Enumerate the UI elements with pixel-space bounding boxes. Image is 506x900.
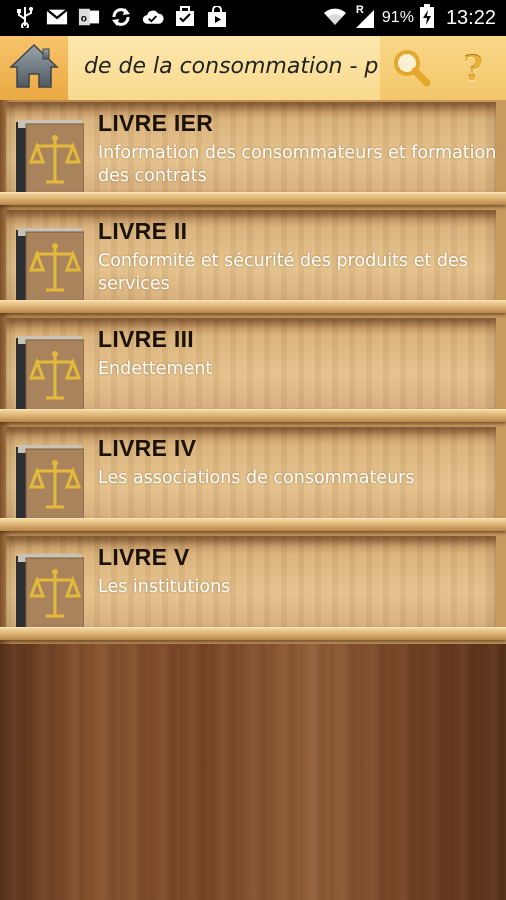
- shelf-plank: [0, 192, 506, 205]
- book-title: LIVRE II: [98, 218, 188, 244]
- svg-text:o: o: [81, 14, 87, 25]
- system-indicators: R 91% 13:22: [322, 4, 496, 32]
- title-area: de de la consommation - p: [68, 36, 380, 100]
- shelf-plank: [0, 518, 506, 531]
- book-title: LIVRE III: [98, 326, 194, 352]
- outlook-icon: o: [78, 6, 100, 28]
- book-subtitle: Endettement: [98, 359, 213, 379]
- list-item-livre-3[interactable]: LIVRE III Endettement: [6, 318, 496, 421]
- law-book-icon: [16, 116, 85, 199]
- shelf-plank: [0, 300, 506, 313]
- law-book-icon: [16, 224, 85, 307]
- help-icon: ?: [463, 49, 483, 89]
- list-item-livre-1[interactable]: LIVRE IER Information des consommateurs …: [6, 102, 496, 205]
- shopping-bag-icon: [206, 6, 228, 28]
- battery-charging-icon: [419, 4, 434, 32]
- shelf-plank: [0, 627, 506, 640]
- list-item-livre-2[interactable]: LIVRE II Conformité et sécurité des prod…: [6, 210, 496, 313]
- battery-percent: 91%: [381, 9, 414, 26]
- list-item-livre-5[interactable]: LIVRE V Les institutions: [6, 536, 496, 639]
- book-title: LIVRE IER: [98, 110, 214, 136]
- briefcase-check-icon: [174, 6, 196, 28]
- book-subtitle: Les associations de consommateurs: [98, 468, 415, 488]
- status-bar: o R 91% 13:22: [0, 0, 506, 36]
- clock: 13:22: [445, 6, 496, 29]
- home-button[interactable]: [0, 36, 68, 100]
- shelf-plank: [0, 409, 506, 422]
- book-subtitle: Conformité et sécurité des produits et d…: [98, 251, 468, 294]
- page-title: de de la consommation - p: [84, 54, 379, 79]
- law-book-icon: [16, 550, 85, 633]
- book-subtitle: Les institutions: [98, 577, 231, 597]
- bookshelf: LIVRE IER Information des consommateurs …: [0, 100, 506, 644]
- home-icon: [9, 43, 59, 93]
- wifi-icon: [322, 5, 348, 31]
- search-button[interactable]: [388, 46, 434, 92]
- notification-icons: o: [14, 6, 228, 28]
- book-subtitle: Information des consommateurs et formati…: [98, 143, 497, 186]
- law-book-icon: [16, 332, 85, 415]
- action-bar: de de la consommation - p ?: [0, 36, 506, 102]
- gmail-icon: [46, 6, 68, 28]
- book-title: LIVRE IV: [98, 435, 197, 461]
- cloud-check-icon: [142, 6, 164, 28]
- bookshelf-background: LIVRE IER Information des consommateurs …: [0, 100, 506, 900]
- usb-icon: [14, 6, 36, 28]
- sync-icon: [110, 6, 132, 28]
- list-item-livre-4[interactable]: LIVRE IV Les associations de consommateu…: [6, 427, 496, 530]
- help-button[interactable]: ?: [450, 46, 496, 92]
- search-icon: [391, 47, 431, 91]
- roaming-signal-icon: R: [354, 4, 376, 30]
- law-book-icon: [16, 441, 85, 524]
- book-title: LIVRE V: [98, 544, 190, 570]
